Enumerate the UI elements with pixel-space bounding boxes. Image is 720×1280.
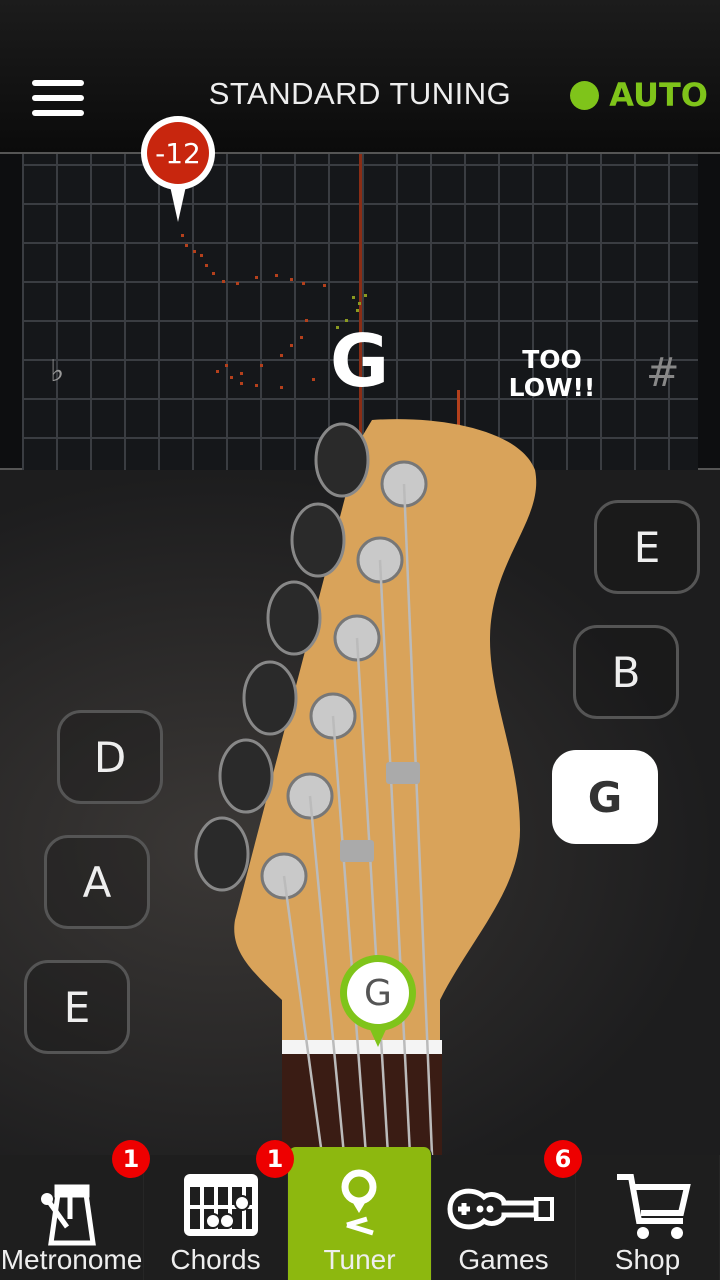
string-button-g[interactable]: G (552, 750, 658, 844)
chords-badge: 1 (256, 1140, 294, 1178)
tuning-key (290, 502, 346, 578)
chord-grid-icon (184, 1174, 258, 1236)
string-button-d[interactable]: D (57, 710, 163, 804)
tab-chords[interactable]: 1 Chords (144, 1140, 294, 1280)
tab-shop[interactable]: Shop (576, 1155, 720, 1280)
metronome-badge: 1 (112, 1140, 150, 1178)
bottom-nav: 1 Metronome 1 Chords Tuner 6 Games Shop (0, 1140, 720, 1280)
tab-label: Shop (614, 1244, 681, 1275)
string-button-low-e[interactable]: E (24, 960, 130, 1054)
string-button-high-e[interactable]: E (594, 500, 700, 594)
games-badge: 6 (544, 1140, 582, 1178)
tab-label: Games (458, 1244, 549, 1275)
string-button-b[interactable]: B (573, 625, 679, 719)
tab-metronome[interactable]: 1 Metronome (0, 1140, 150, 1280)
tuning-key (242, 660, 298, 736)
tuning-key (266, 580, 322, 656)
selected-string-pin: G (340, 955, 416, 1031)
tab-label: Metronome (0, 1244, 143, 1275)
string-button-a[interactable]: A (44, 835, 150, 929)
cart-icon (617, 1174, 691, 1239)
tab-games[interactable]: 6 Games (432, 1140, 582, 1280)
tuning-key (314, 422, 370, 498)
tab-tuner[interactable]: Tuner (288, 1147, 432, 1280)
metronome-icon (41, 1184, 96, 1246)
tab-label: Chords (170, 1244, 261, 1275)
tuning-key (218, 738, 274, 814)
tuning-key (194, 816, 250, 892)
guitar-gamepad-icon (447, 1188, 554, 1230)
tab-label: Tuner (323, 1244, 396, 1275)
tuner-pin-icon (341, 1169, 377, 1236)
selected-string-label: G (347, 962, 409, 1024)
